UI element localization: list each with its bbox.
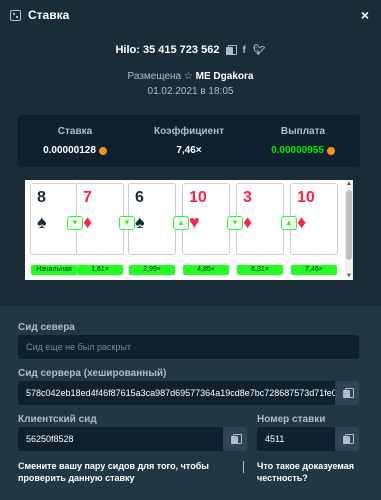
- bet-id-line: Hilo: 35 415 723 562 f 🐦︎: [0, 44, 381, 56]
- divider: [243, 461, 244, 473]
- card-rank: 7: [83, 189, 92, 206]
- change-seeds-link[interactable]: Смените вашу пару сидов для того, чтобы …: [18, 460, 223, 484]
- card-suit-icon: ♠: [37, 212, 47, 232]
- star-icon: ☆: [183, 71, 193, 82]
- modal-header: Ставка ×: [0, 0, 381, 30]
- btc-coin-icon: [98, 146, 107, 155]
- modal-title: Ставка: [28, 8, 70, 22]
- card-rank: 3: [243, 189, 252, 206]
- stat-bet-label: Ставка: [57, 126, 93, 137]
- copy-icon[interactable]: [226, 45, 238, 55]
- stat-multiplier-label: Коэффициент: [153, 126, 225, 137]
- stat-multiplier: Коэффициент 7,46×: [132, 115, 246, 167]
- card-rank: 10: [189, 189, 207, 206]
- guess-arrow-icon: ▼: [119, 216, 135, 230]
- stat-payout: Выплата 0.00000955: [246, 115, 360, 167]
- stat-payout-label: Выплата: [280, 126, 326, 137]
- bet-date: 01.02.2021 в 18:05: [147, 86, 234, 97]
- dice-icon: [10, 9, 21, 21]
- guess-arrow-icon: ▲: [173, 216, 189, 230]
- server-hash-label: Сид сервера (хешированный): [18, 368, 167, 379]
- client-seed-label: Клиентский сид: [18, 414, 97, 425]
- server-seed-field: Сид еще не был раскрыт: [18, 335, 359, 359]
- nonce-value: 4511: [265, 434, 285, 444]
- step-multiplier-tag: 6,31×: [237, 265, 283, 275]
- playing-card: 7 ♦: [76, 183, 124, 255]
- card-rank: 6: [135, 189, 144, 206]
- scroll-up-icon[interactable]: ▲: [346, 181, 352, 187]
- server-seed-label: Сид севера: [18, 322, 75, 333]
- guess-arrow-icon: ▲: [281, 216, 297, 230]
- card-rank: 10: [297, 189, 315, 206]
- card-rank: 8: [37, 189, 46, 206]
- stat-multiplier-value: 7,46×: [176, 145, 202, 156]
- close-icon[interactable]: ×: [361, 7, 369, 23]
- facebook-icon[interactable]: f: [242, 45, 245, 56]
- guess-arrow-icon: ▼: [227, 216, 243, 230]
- step-multiplier-tag: 1,61×: [77, 265, 123, 275]
- card-suit-icon: ♥: [189, 212, 200, 232]
- stat-payout-value: 0.00000955: [271, 145, 324, 156]
- playing-card: 10 ♦: [290, 183, 338, 255]
- playing-card: 3 ♦: [236, 183, 284, 255]
- client-seed-field[interactable]: 56250f8528: [18, 427, 247, 451]
- server-hash-field[interactable]: 578c042eb18ed4f46f87615a3ca987d69577364a…: [18, 381, 359, 405]
- card-suit-icon: ♦: [297, 212, 307, 232]
- guess-arrow-icon: ▼: [67, 216, 83, 230]
- nonce-field[interactable]: 4511: [257, 427, 359, 451]
- username[interactable]: ME Dgakora: [196, 71, 254, 82]
- card-suit-icon: ♦: [243, 212, 253, 232]
- step-multiplier-tag: 7,46×: [291, 265, 337, 275]
- stat-bet: Ставка 0.00000128: [18, 115, 132, 167]
- stat-bet-value: 0.00000128: [43, 145, 96, 156]
- copy-nonce-button[interactable]: [335, 427, 359, 451]
- vertical-scrollbar[interactable]: ▲ ▼: [345, 180, 353, 280]
- copy-icon: [343, 434, 354, 444]
- client-seed-value: 56250f8528: [26, 434, 74, 444]
- fairness-link[interactable]: Что такое доказуемая честность?: [257, 460, 367, 484]
- playing-card: 10 ♥: [182, 183, 230, 255]
- card-suit-icon: ♦: [83, 212, 93, 232]
- twitter-icon[interactable]: 🐦︎: [253, 45, 266, 56]
- copy-icon: [231, 434, 242, 444]
- btc-coin-icon: [326, 146, 335, 155]
- bet-stats-panel: Ставка 0.00000128 Коэффициент 7,46× Выпл…: [18, 115, 360, 167]
- nonce-label: Номер ставки: [257, 414, 326, 425]
- card-suit-icon: ♠: [135, 212, 145, 232]
- copy-icon: [343, 388, 354, 398]
- copy-client-seed-button[interactable]: [223, 427, 247, 451]
- step-multiplier-tag: 2,99×: [129, 265, 175, 275]
- playing-card: 6 ♠: [128, 183, 176, 255]
- server-hash-value: 578c042eb18ed4f46f87615a3ca987d69577364a…: [26, 388, 337, 398]
- step-multiplier-tag: 4,85×: [183, 265, 229, 275]
- scroll-down-icon[interactable]: ▼: [346, 273, 352, 279]
- cards-history: 8 ♠ Начальная 7 ♦ ▼ 1,61× 6 ♠ ▼ 2,99× 10 ♥ ▲ 4,85× 3 ♦ ▼ 6…: [25, 180, 353, 280]
- step-multiplier-tag: Начальная: [31, 265, 77, 275]
- bet-id: Hilo: 35 415 723 562: [115, 44, 220, 56]
- copy-hash-button[interactable]: [335, 381, 359, 405]
- scrollbar-thumb[interactable]: [346, 190, 352, 260]
- placed-by: Размещена ☆ ME Dgakora: [127, 71, 254, 82]
- cards-track: 8 ♠ Начальная 7 ♦ ▼ 1,61× 6 ♠ ▼ 2,99× 10 ♥ ▲ 4,85× 3 ♦ ▼ 6…: [25, 180, 345, 280]
